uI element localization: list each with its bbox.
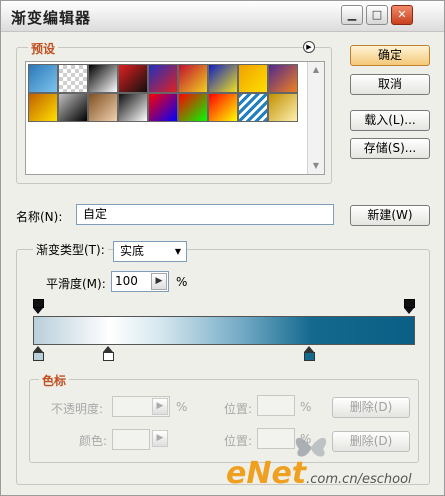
gradient-editor-window: 渐变编辑器 ▁ □ ✕ 预设 ▶ ▲ ▼ 确定 取消 载入(L)... 存储(S… (0, 0, 445, 496)
stops-label: 色标 (39, 372, 70, 389)
window-title: 渐变编辑器 (11, 9, 92, 27)
color-swatch-input[interactable] (112, 429, 150, 450)
opacity-stop[interactable] (33, 299, 44, 314)
cancel-button[interactable]: 取消 (350, 74, 430, 95)
scroll-up-icon[interactable]: ▲ (308, 62, 324, 78)
load-button[interactable]: 载入(L)... (350, 110, 430, 131)
color-stop[interactable] (303, 346, 315, 361)
preset-swatch[interactable] (208, 64, 238, 93)
minimize-button[interactable]: ▁ (341, 5, 363, 25)
preset-swatch[interactable] (58, 93, 88, 122)
name-input[interactable]: 自定 (76, 204, 334, 225)
preset-swatch[interactable] (178, 64, 208, 93)
presets-scrollbar[interactable]: ▲ ▼ (307, 62, 324, 174)
opacity-position-input[interactable] (257, 395, 295, 416)
opacity-arrow-button[interactable]: ▶ (152, 398, 168, 415)
smoothness-label: 平滑度(M): (46, 277, 106, 291)
preset-swatch[interactable] (268, 64, 298, 93)
restore-button[interactable]: □ (366, 5, 388, 25)
gradient-type-label: 渐变类型(T): (36, 243, 105, 257)
gradient-type-value: 实底 (120, 244, 145, 258)
presets-grid: ▲ ▼ (25, 61, 325, 175)
circle-arrow-right-icon[interactable]: ▶ (303, 41, 315, 53)
color-position-input[interactable] (257, 428, 295, 449)
scroll-down-icon[interactable]: ▼ (308, 158, 324, 174)
opacity-position-label: 位置: (224, 402, 253, 416)
preset-swatch[interactable] (118, 64, 148, 93)
close-icon: ✕ (397, 8, 407, 21)
preset-swatch[interactable] (58, 64, 88, 93)
smoothness-value: 100 (115, 274, 138, 288)
opacity-position-unit: % (300, 400, 312, 414)
delete-color-stop-button[interactable]: 删除(D) (332, 431, 410, 452)
preset-swatch[interactable] (238, 93, 268, 122)
watermark-brand: eNet (226, 456, 307, 491)
preset-swatch[interactable] (88, 93, 118, 122)
preset-swatch[interactable] (238, 64, 268, 93)
opacity-stop[interactable] (404, 299, 415, 314)
new-button[interactable]: 新建(W) (350, 205, 430, 226)
preset-swatch[interactable] (28, 64, 58, 93)
close-button[interactable]: ✕ (391, 5, 413, 25)
restore-icon: □ (371, 8, 383, 21)
smoothness-arrow-button[interactable]: ▶ (151, 273, 167, 290)
preset-swatch[interactable] (178, 93, 208, 122)
gradient-preview-bar[interactable] (33, 316, 415, 345)
color-label: 颜色: (79, 434, 108, 448)
chevron-down-icon: ▼ (174, 247, 181, 256)
smoothness-unit: % (176, 275, 188, 289)
color-arrow-button[interactable]: ▶ (152, 430, 168, 447)
preset-swatch[interactable] (118, 93, 148, 122)
title-bar[interactable]: 渐变编辑器 ▁ □ ✕ (1, 1, 444, 32)
name-label: 名称(N): (16, 210, 63, 224)
minimize-icon: ▁ (347, 8, 357, 21)
color-stop[interactable] (103, 346, 115, 361)
preset-swatch[interactable] (148, 93, 178, 122)
gradient-type-row: 渐变类型(T): (33, 241, 108, 258)
color-position-label: 位置: (224, 434, 253, 448)
ok-button[interactable]: 确定 (350, 45, 430, 66)
delete-opacity-stop-button[interactable]: 删除(D) (332, 397, 410, 418)
gradient-type-select[interactable]: 实底 ▼ (113, 241, 187, 262)
watermark-logo: eNet.com.cn/eschool (226, 456, 412, 491)
save-button[interactable]: 存储(S)... (350, 138, 430, 159)
color-stop[interactable] (33, 346, 44, 361)
watermark-domain: .com.cn/eschool (306, 472, 412, 487)
preset-swatch[interactable] (28, 93, 58, 122)
preset-swatch[interactable] (88, 64, 118, 93)
opacity-unit: % (176, 400, 188, 414)
preset-swatch[interactable] (208, 93, 238, 122)
opacity-label: 不透明度: (51, 402, 104, 416)
preset-swatch[interactable] (268, 93, 298, 122)
preset-swatch[interactable] (148, 64, 178, 93)
presets-label: 预设 (28, 40, 59, 57)
